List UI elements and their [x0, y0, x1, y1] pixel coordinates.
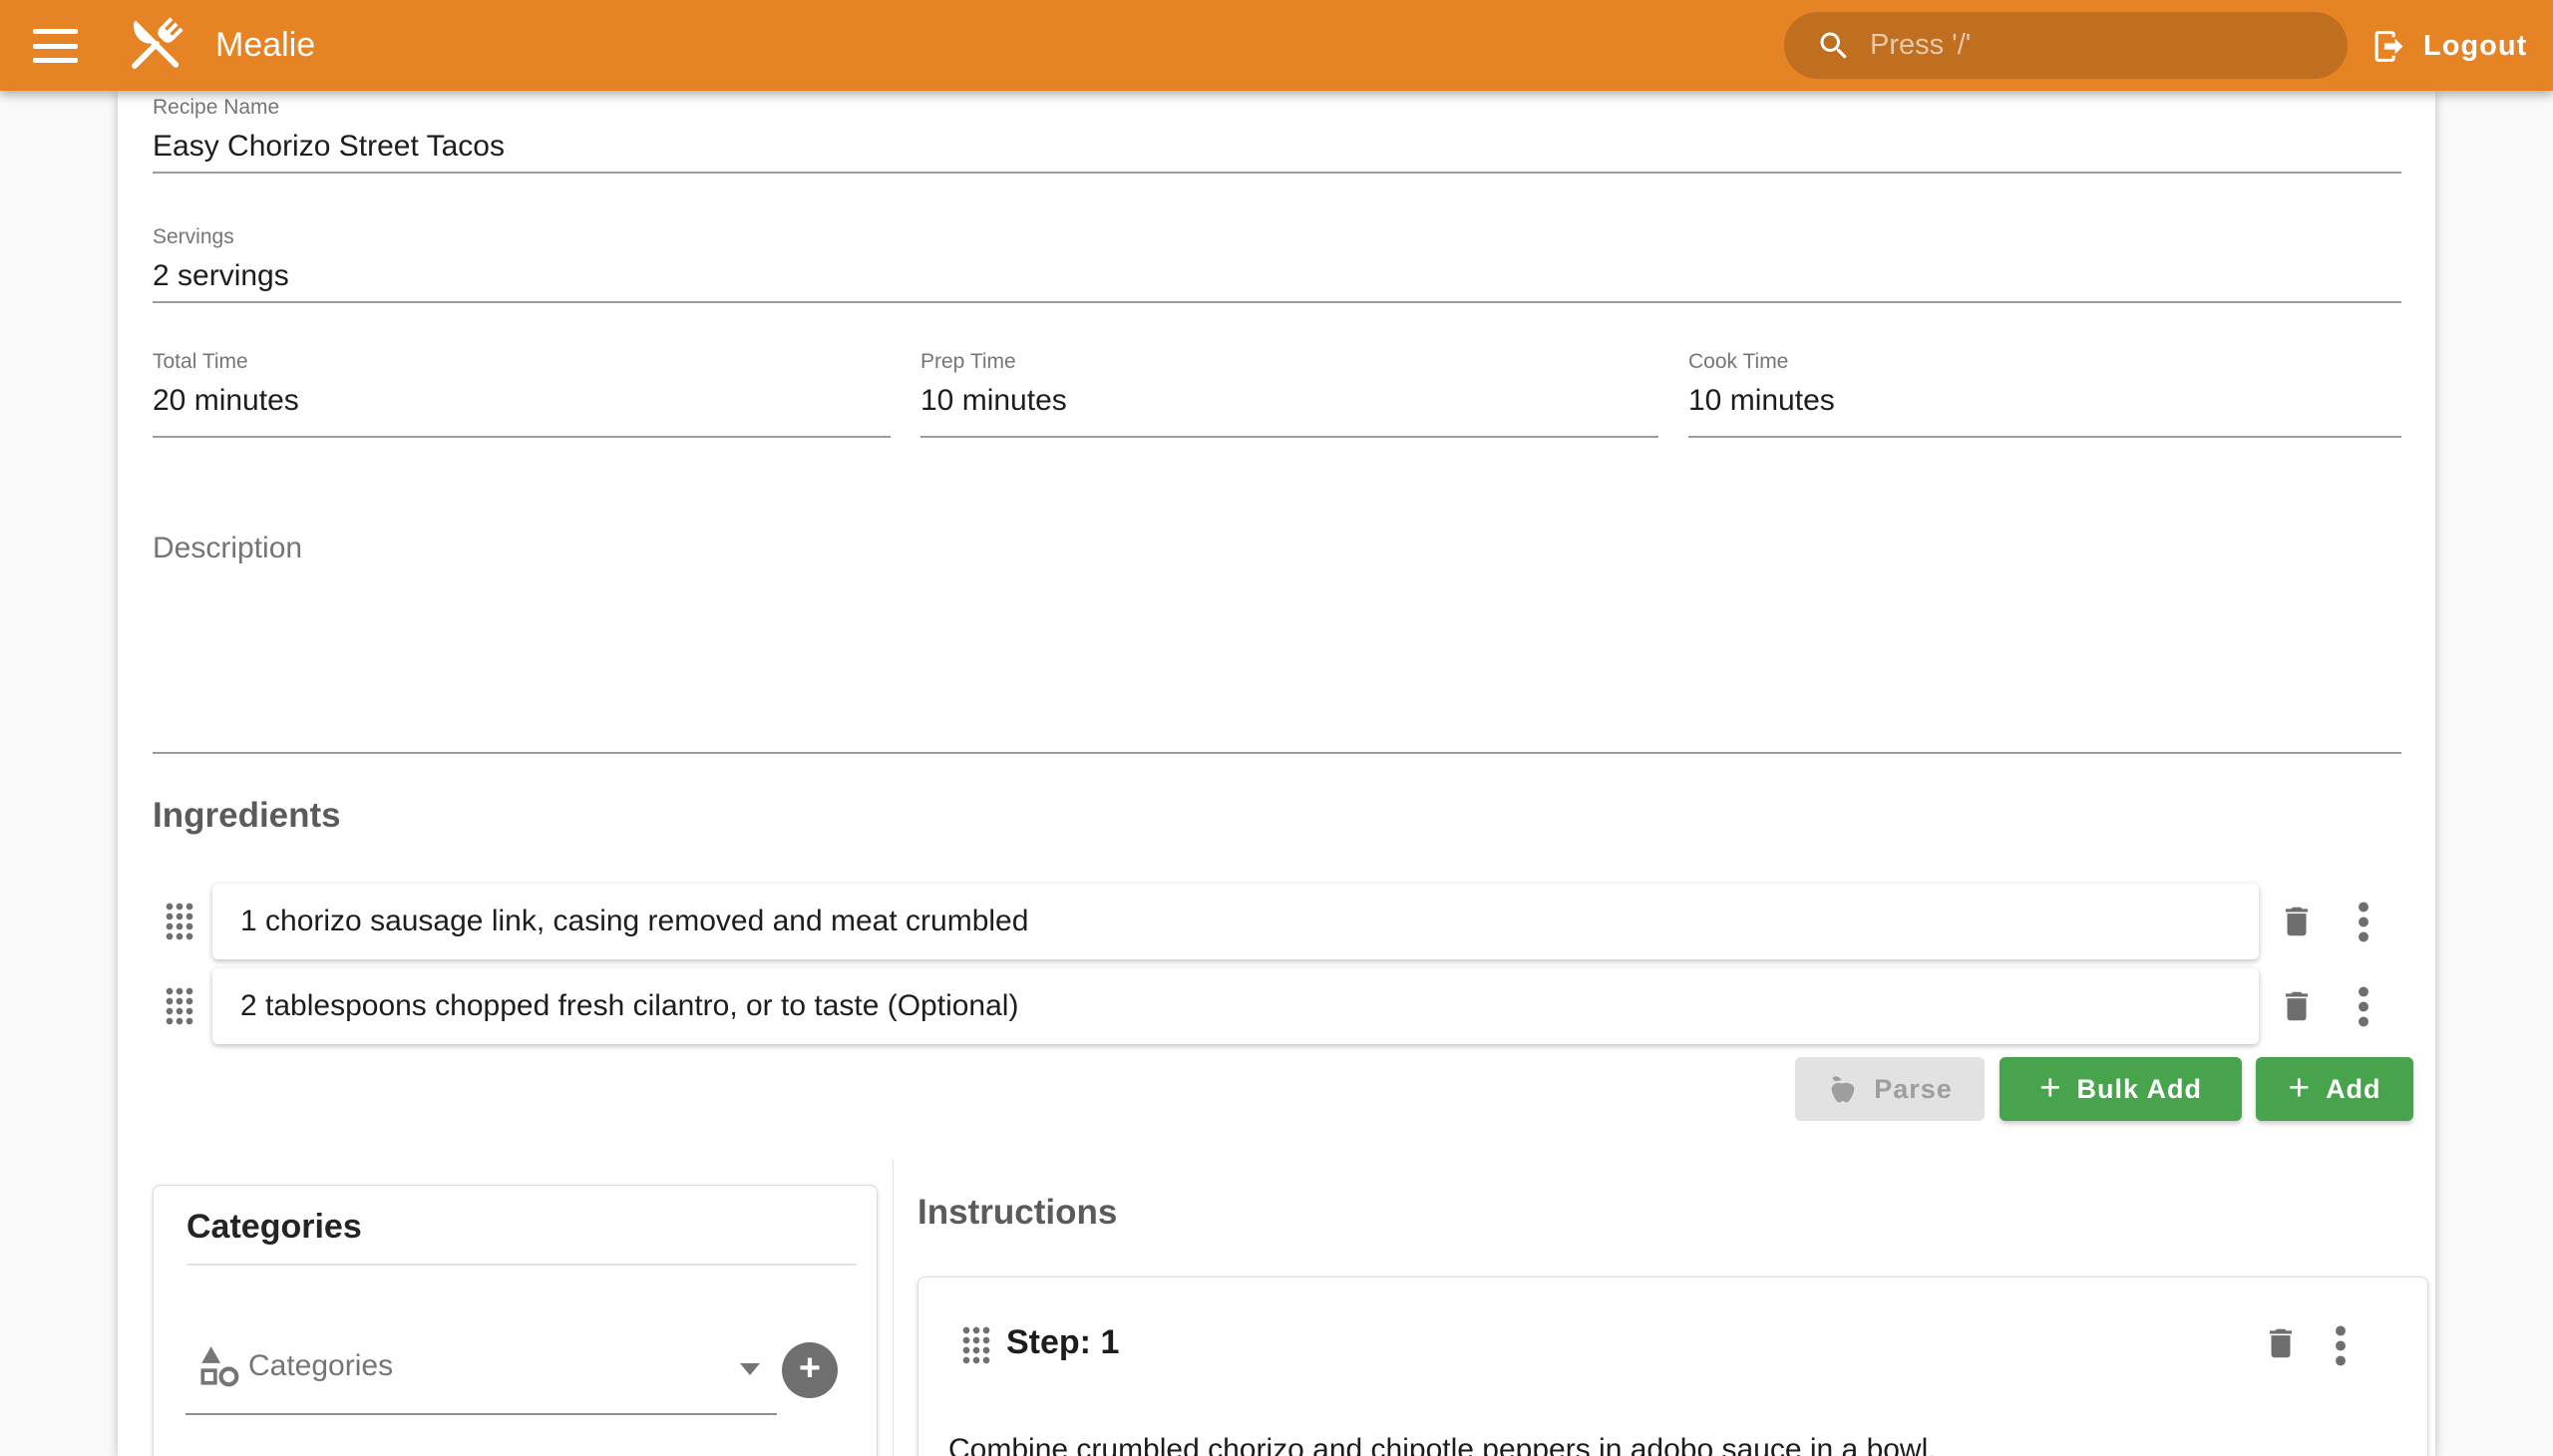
- recipe-name-field: Recipe Name: [153, 96, 2401, 174]
- categories-select[interactable]: Categories: [154, 1325, 879, 1425]
- cook-time-label: Cook Time: [1688, 350, 2401, 374]
- field-underline: [153, 172, 2401, 174]
- ingredient-menu-button[interactable]: [2358, 900, 2370, 943]
- ingredient-menu-button[interactable]: [2358, 984, 2370, 1028]
- card-divider: [186, 1264, 857, 1266]
- servings-field: Servings: [153, 225, 2401, 303]
- bulk-add-button[interactable]: + Bulk Add: [2000, 1057, 2242, 1121]
- plus-icon: +: [2039, 1069, 2062, 1106]
- categories-select-placeholder: Categories: [248, 1349, 393, 1383]
- logout-label: Logout: [2423, 30, 2527, 63]
- field-underline: [153, 301, 2401, 303]
- prep-time-label: Prep Time: [920, 350, 1658, 374]
- trash-icon: [2278, 902, 2316, 941]
- field-underline: [920, 436, 1658, 438]
- search-bar[interactable]: [1784, 12, 2348, 79]
- field-underline: [1688, 436, 2401, 438]
- field-underline: [153, 436, 891, 438]
- mealie-logo-icon: [118, 9, 191, 83]
- parse-button[interactable]: Parse: [1795, 1057, 1985, 1121]
- add-label: Add: [2326, 1074, 2380, 1105]
- step-menu-button[interactable]: [2335, 1323, 2347, 1367]
- total-time-label: Total Time: [153, 350, 891, 374]
- delete-step-button[interactable]: [2262, 1323, 2300, 1366]
- plus-icon: +: [2288, 1069, 2311, 1106]
- shapes-icon: [195, 1343, 241, 1389]
- step-title: Step: 1: [1006, 1323, 1119, 1362]
- add-category-button[interactable]: +: [782, 1342, 838, 1398]
- ingredient-input[interactable]: [240, 989, 2231, 1023]
- description-label: Description: [153, 532, 302, 565]
- recipe-name-input[interactable]: [153, 130, 2401, 164]
- app-header: Mealie Logout: [0, 0, 2553, 91]
- search-input[interactable]: [1870, 29, 2316, 62]
- servings-input[interactable]: [153, 259, 2401, 293]
- ingredient-input[interactable]: [240, 905, 2231, 938]
- recipe-name-label: Recipe Name: [153, 96, 2401, 120]
- cook-time-input[interactable]: [1688, 384, 2401, 418]
- categories-card-title: Categories: [186, 1208, 362, 1247]
- ingredients-heading: Ingredients: [153, 796, 341, 836]
- step-drag-handle[interactable]: [961, 1325, 991, 1365]
- prep-time-input[interactable]: [920, 384, 1658, 418]
- ingredient-row: [212, 968, 2259, 1044]
- ingredient-drag-handle[interactable]: [165, 902, 194, 941]
- step-card: Step: 1 Combine crumbled chorizo and chi…: [917, 1276, 2428, 1456]
- parse-label: Parse: [1874, 1074, 1953, 1105]
- kebab-icon: [2335, 1323, 2347, 1367]
- cook-time-field: Cook Time: [1688, 350, 2401, 438]
- plus-icon: +: [799, 1349, 821, 1387]
- select-underline: [185, 1413, 777, 1415]
- kebab-icon: [2358, 900, 2370, 943]
- bulk-add-label: Bulk Add: [2077, 1074, 2203, 1105]
- total-time-field: Total Time: [153, 350, 891, 438]
- field-underline: [153, 752, 2401, 754]
- step-text[interactable]: Combine crumbled chorizo and chipotle pe…: [948, 1429, 2399, 1456]
- trash-icon: [2262, 1323, 2300, 1363]
- trash-icon: [2278, 986, 2316, 1026]
- delete-ingredient-button[interactable]: [2278, 902, 2316, 944]
- total-time-input[interactable]: [153, 384, 891, 418]
- prep-time-field: Prep Time: [920, 350, 1658, 438]
- apple-icon: [1827, 1073, 1859, 1105]
- servings-label: Servings: [153, 225, 2401, 249]
- ingredient-row: [212, 884, 2259, 959]
- delete-ingredient-button[interactable]: [2278, 986, 2316, 1029]
- menu-button[interactable]: [33, 29, 78, 63]
- kebab-icon: [2358, 984, 2370, 1028]
- search-icon: [1816, 28, 1852, 64]
- description-textarea[interactable]: Description: [153, 514, 2401, 754]
- logout-button[interactable]: Logout: [2371, 20, 2527, 72]
- page: Mealie Logout Recipe Name Servings Total…: [0, 0, 2553, 1456]
- chevron-down-icon: [740, 1363, 760, 1375]
- ingredient-drag-handle[interactable]: [165, 986, 194, 1026]
- add-ingredient-button[interactable]: + Add: [2256, 1057, 2413, 1121]
- column-divider: [893, 1159, 894, 1456]
- categories-card: Categories Categories +: [153, 1185, 878, 1456]
- instructions-heading: Instructions: [917, 1193, 1117, 1233]
- logout-icon: [2371, 28, 2407, 65]
- app-title: Mealie: [215, 26, 315, 65]
